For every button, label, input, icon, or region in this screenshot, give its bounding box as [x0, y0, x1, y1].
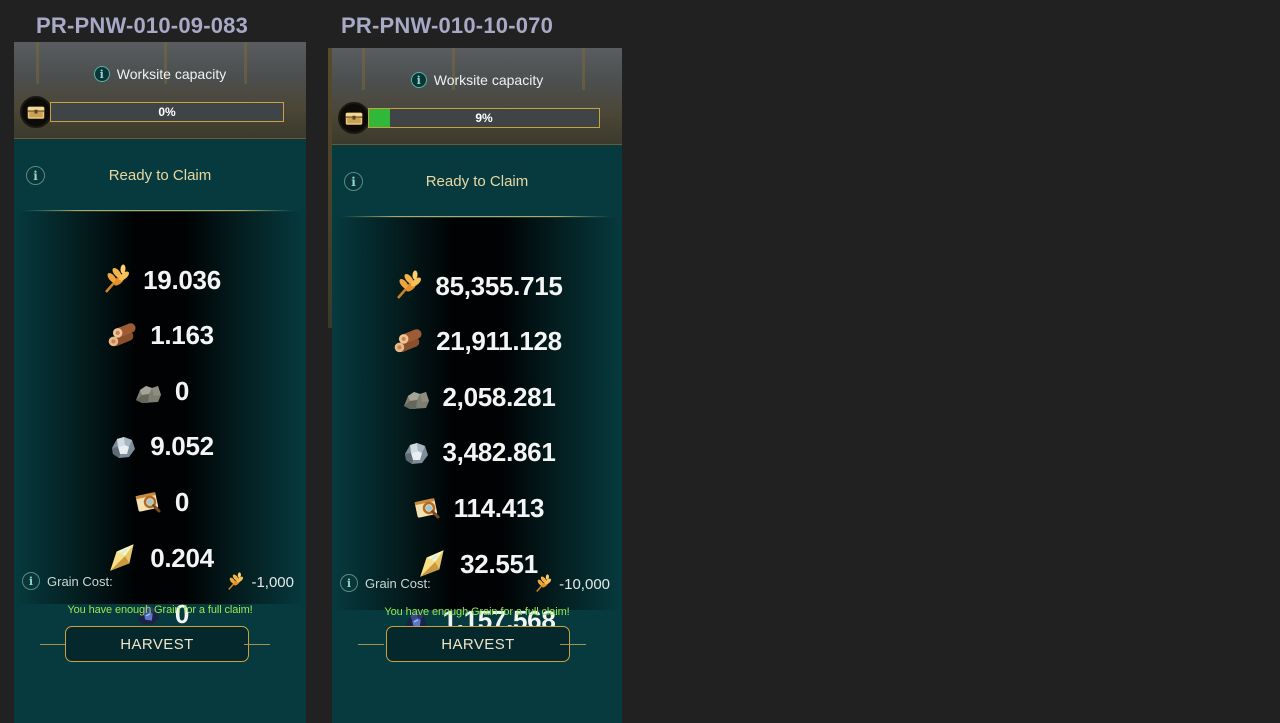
grain-cost-label: Grain Cost:: [47, 574, 113, 589]
capacity-progress-text: 0%: [158, 105, 176, 119]
ready-to-claim-label: Ready to Claim: [425, 172, 529, 190]
capacity-progress-text: 9%: [475, 111, 493, 125]
ready-to-claim-header: i Ready to Claim: [14, 160, 306, 190]
capacity-banner: i Worksite capacity 0%: [14, 42, 306, 139]
iron-ore-icon: [106, 429, 140, 463]
worksite-card: i Worksite capacity 9% i Ready to Claim: [332, 48, 622, 723]
grain-icon: [225, 572, 245, 592]
resource-row-wood: 1.163: [14, 313, 306, 357]
resource-row-wood: 21,911.128: [332, 319, 622, 363]
resource-row-iron-ore: 9.052: [14, 424, 306, 468]
grain-icon: [99, 263, 133, 297]
stone-icon: [399, 380, 433, 414]
harvest-button[interactable]: HARVEST: [65, 626, 249, 662]
capacity-label: Worksite capacity: [116, 66, 227, 82]
info-icon[interactable]: i: [410, 72, 427, 88]
panel-title: PR-PNW-010-09-083: [36, 13, 249, 38]
resource-row-map-scroll: 114.413: [332, 486, 622, 530]
capacity-progress-bar: 9%: [368, 108, 600, 128]
grain-icon: [533, 574, 553, 594]
wood-icon: [392, 324, 426, 358]
info-icon[interactable]: i: [344, 172, 363, 191]
grain-cost-value: -10,000: [559, 575, 610, 593]
info-icon[interactable]: i: [340, 574, 358, 592]
divider: [358, 644, 384, 645]
stone-icon: [131, 374, 165, 408]
divider: [24, 210, 294, 211]
divider: [560, 644, 586, 645]
resource-row-stone: 0: [14, 369, 306, 413]
info-icon[interactable]: i: [26, 166, 45, 185]
resource-value: 9.052: [150, 430, 214, 461]
screen: PR-PNW-010-09-083 i Worksite capacity 0%: [0, 0, 1280, 723]
grain-cost-label: Grain Cost:: [365, 576, 431, 591]
resource-list: 19.036 1.163 0 9.052 0 0.204 0: [14, 212, 306, 629]
divider: [244, 644, 270, 645]
resource-list: 85,355.715 21,911.128 2,058.281 3,482.86…: [332, 218, 622, 635]
capacity-progress-bar: 0%: [50, 102, 284, 122]
grain-icon: [391, 269, 425, 303]
iron-ore-icon: [399, 435, 433, 469]
grain-cost-value: -1,000: [251, 573, 294, 591]
resource-value: 3,482.861: [442, 436, 556, 467]
grain-cost-amount: -10,000: [533, 574, 610, 594]
resource-row-iron-ore: 3,482.861: [332, 430, 622, 474]
grain-cost-row: i Grain Cost: -1,000: [14, 570, 306, 592]
chest-icon: [338, 102, 370, 134]
resource-value: 2,058.281: [442, 381, 556, 412]
harvest-area: HARVEST: [14, 624, 306, 664]
harvest-button[interactable]: HARVEST: [386, 626, 570, 662]
ready-to-claim-header: i Ready to Claim: [332, 166, 622, 196]
worksite-card: i Worksite capacity 0% i Ready to Claim: [14, 42, 306, 723]
resource-row-stone: 2,058.281: [332, 375, 622, 419]
panel-title: PR-PNW-010-10-070: [341, 13, 554, 38]
resource-value: 0: [174, 375, 190, 406]
ready-to-claim-label: Ready to Claim: [108, 166, 212, 184]
info-icon[interactable]: i: [22, 572, 40, 590]
grain-cost-row: i Grain Cost: -10,000: [332, 572, 622, 594]
divider: [342, 216, 610, 217]
resource-value: 19.036: [143, 264, 221, 295]
capacity-banner: i Worksite capacity 9%: [332, 48, 622, 145]
resource-value: 21,911.128: [436, 325, 562, 356]
info-icon[interactable]: i: [93, 66, 110, 82]
resource-value: 1.163: [150, 319, 214, 350]
chest-icon: [20, 96, 52, 128]
resource-value: 0.204: [150, 542, 214, 573]
resource-value: 85,355.715: [435, 270, 563, 301]
resource-row-grain: 19.036: [14, 258, 306, 302]
enough-grain-message: You have enough Grain for a full claim!: [67, 604, 253, 616]
capacity-label: Worksite capacity: [433, 72, 544, 88]
enough-grain-message: You have enough Grain for a full claim!: [384, 606, 570, 618]
map-scroll-icon: [131, 485, 165, 519]
resource-value: 0: [174, 486, 190, 517]
resource-value: 114.413: [453, 492, 545, 523]
capacity-header: i Worksite capacity: [14, 66, 306, 82]
worksite-panel-1: PR-PNW-010-09-083 i Worksite capacity 0%: [14, 0, 306, 723]
capacity-header: i Worksite capacity: [332, 72, 622, 88]
divider: [40, 644, 66, 645]
map-scroll-icon: [410, 491, 444, 525]
wood-icon: [106, 318, 140, 352]
worksite-panel-2: PR-PNW-010-10-070 i Worksite capacity 9%: [328, 0, 622, 723]
harvest-area: HARVEST: [332, 624, 622, 664]
resource-row-map-scroll: 0: [14, 480, 306, 524]
resource-row-grain: 85,355.715: [332, 264, 622, 308]
grain-cost-amount: -1,000: [225, 572, 294, 592]
